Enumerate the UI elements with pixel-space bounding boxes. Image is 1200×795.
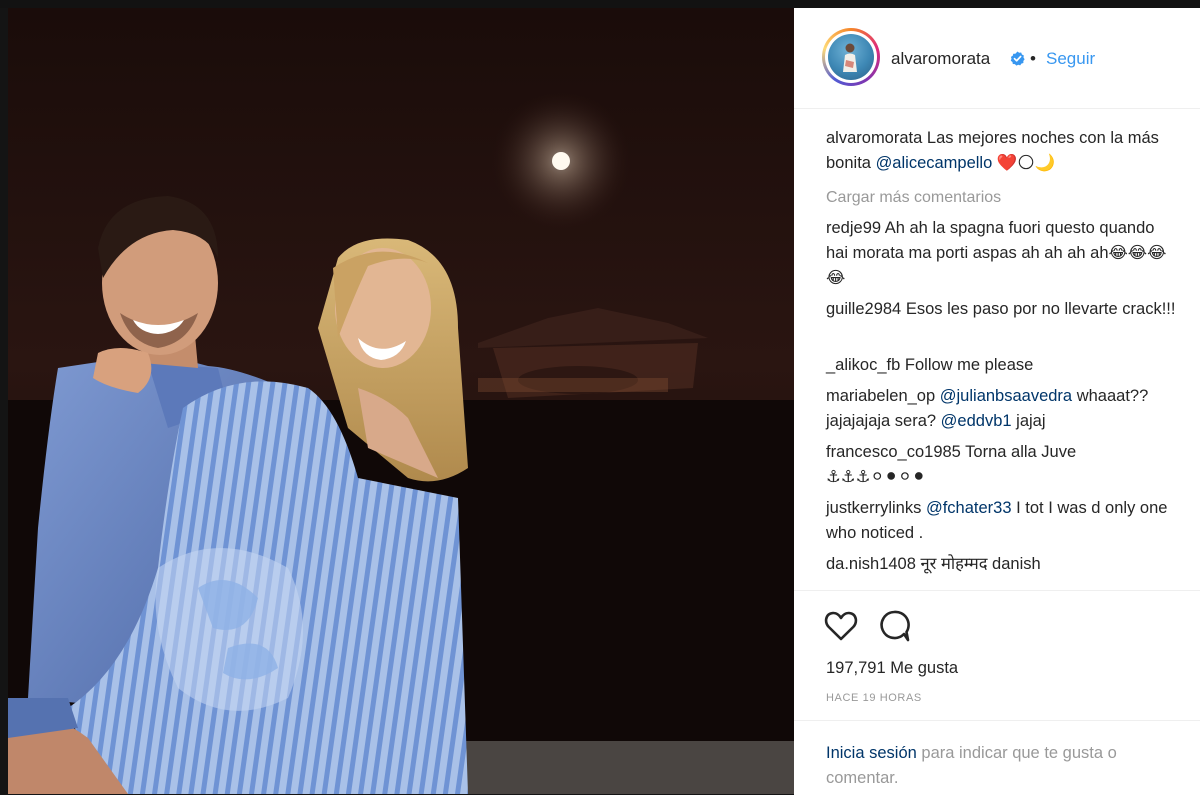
comment-text: Esos les paso por no llevarte crack!!!: [905, 300, 1176, 318]
comment-item: justkerrylinks @fchater33 I tot I was d …: [826, 496, 1176, 546]
caption: alvaromorata Las mejores noches con la m…: [826, 126, 1176, 176]
comments-list[interactable]: alvaromorata Las mejores noches con la m…: [794, 109, 1200, 597]
avatar-frame: [825, 31, 877, 83]
speech-bubble-icon[interactable]: [877, 609, 911, 643]
comment-username-link[interactable]: guille2984: [826, 300, 901, 318]
comment-item: redje99 Ah ah la spagna fuori questo qua…: [826, 216, 1176, 291]
header-separator: •: [1030, 49, 1036, 68]
heart-outline-icon[interactable]: [824, 610, 858, 642]
comment-item: francesco_co1985 Torna alla Juve ⚓⚓⚓⚪⚫⚪⚫: [826, 440, 1176, 490]
comment-mention-link[interactable]: @julianbsaavedra: [940, 387, 1072, 405]
comment-mention-link[interactable]: @eddvb1: [941, 412, 1012, 430]
comment-mention-link[interactable]: @fchater33: [926, 499, 1012, 517]
comment-item: _alikoc_fb Follow me please: [826, 353, 1176, 378]
caption-mention-link[interactable]: @alicecampello: [876, 154, 993, 172]
post-header: alvaromorata • Seguir: [794, 8, 1200, 109]
caption-emoji: ❤️🌕🌙: [996, 154, 1056, 172]
login-prompt-text: Inicia sesión para indicar que te gusta …: [826, 741, 1176, 791]
comment-username-link[interactable]: da.nish1408: [826, 555, 916, 573]
header-username-link[interactable]: alvaromorata: [891, 49, 990, 69]
likes-count-link[interactable]: 197,791 Me gusta: [826, 659, 958, 678]
post-photo: [8, 8, 794, 794]
window-top-edge: [0, 0, 1200, 8]
avatar-photo: [828, 34, 874, 80]
caption-username-link[interactable]: alvaromorata: [826, 129, 922, 147]
comment-username-link[interactable]: justkerrylinks: [826, 499, 921, 517]
comment-text: नूर मोहम्मद danish: [920, 555, 1041, 573]
login-prompt: Inicia sesión para indicar que te gusta …: [794, 720, 1200, 787]
night-couple-photo: [8, 8, 794, 794]
comment-username-link[interactable]: redje99: [826, 219, 881, 237]
login-link[interactable]: Inicia sesión: [826, 744, 917, 762]
comment-username-link[interactable]: francesco_co1985: [826, 443, 961, 461]
post-side-panel: alvaromorata • Seguir alvaromorata Las m…: [794, 8, 1200, 795]
follow-button[interactable]: Seguir: [1046, 49, 1095, 69]
comment-item: mariabelen_op @julianbsaavedra whaaat?? …: [826, 384, 1176, 434]
profile-avatar[interactable]: [822, 28, 880, 86]
comment-username-link[interactable]: mariabelen_op: [826, 387, 935, 405]
load-more-comments-button[interactable]: Cargar más comentarios: [826, 189, 1001, 207]
comment-item: da.nish1408 नूर मोहम्मद danish: [826, 552, 1176, 577]
comment-username-link[interactable]: _alikoc_fb: [826, 356, 900, 374]
comment-item: guille2984 Esos les paso por no llevarte…: [826, 297, 1176, 322]
post-actions: 197,791 Me gusta HACE 19 HORAS Inicia se…: [794, 590, 1200, 795]
verified-badge-icon: [1010, 51, 1025, 66]
comment-text: jajaj: [1016, 412, 1046, 430]
post-timestamp[interactable]: HACE 19 HORAS: [826, 692, 922, 704]
avatar-person-icon: [843, 43, 857, 72]
comment-text: Follow me please: [904, 356, 1034, 374]
